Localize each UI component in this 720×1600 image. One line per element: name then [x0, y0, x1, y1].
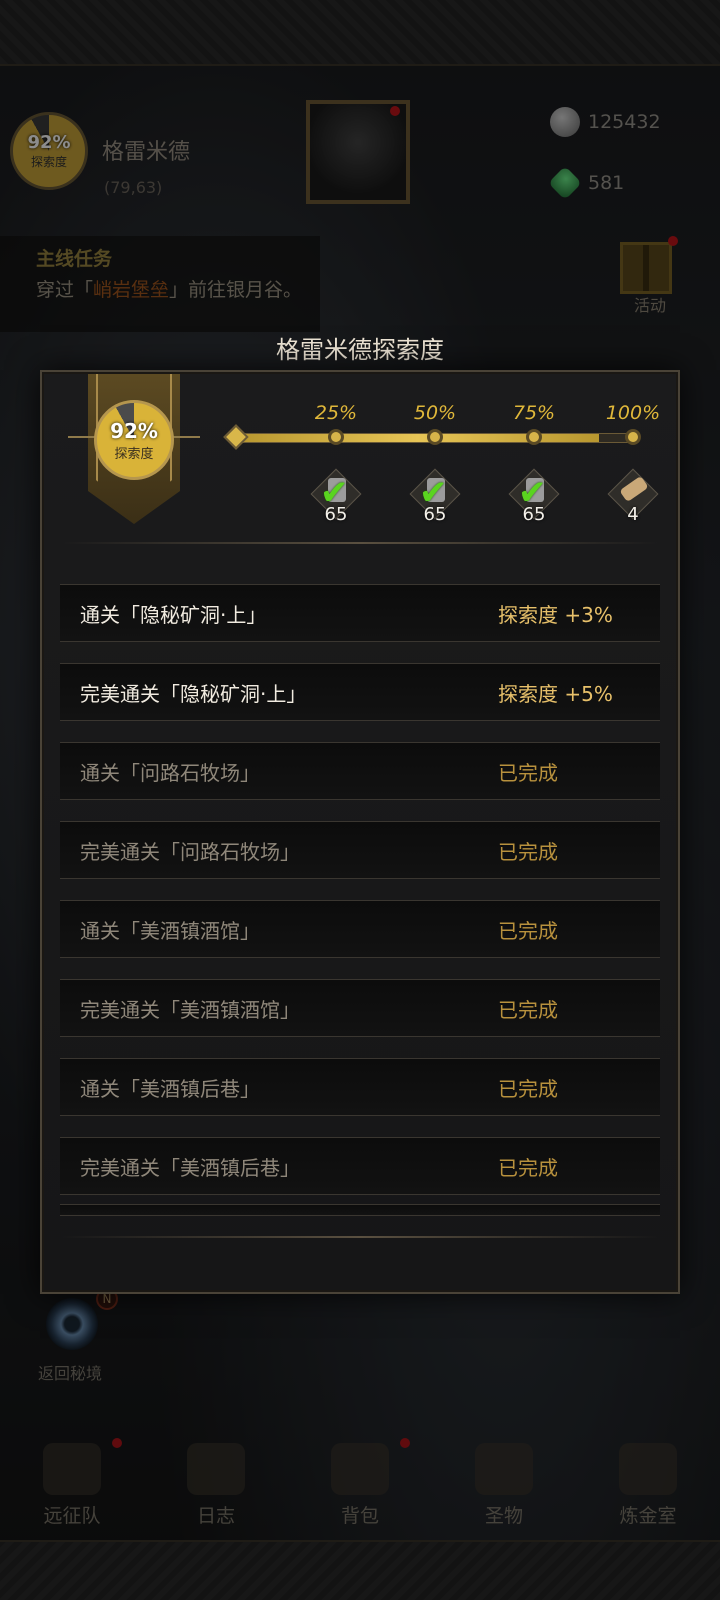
task-row[interactable]: 通关「隐秘矿洞·上」 探索度 +3% — [60, 584, 660, 642]
task-row-partial — [60, 1204, 660, 1216]
task-status: 已完成 — [498, 760, 558, 785]
milestone-reward[interactable]: ✔ 65 — [409, 468, 461, 525]
task-name: 完美通关「美酒镇后巷」 — [80, 1155, 300, 1180]
reward-count: 65 — [522, 504, 546, 525]
task-name: 通关「隐秘矿洞·上」 — [80, 602, 267, 627]
task-status: 已完成 — [498, 1076, 558, 1101]
task-row[interactable]: 通关「问路石牧场」 已完成 — [60, 742, 660, 800]
milestone-reward[interactable]: ✔ 65 — [310, 468, 362, 525]
task-status: 探索度 +5% — [498, 681, 613, 706]
bottom-divider — [62, 1236, 658, 1238]
milestone-dot — [526, 429, 542, 445]
task-status: 探索度 +3% — [498, 602, 613, 627]
milestone-percent: 100% — [605, 402, 661, 424]
task-status: 已完成 — [498, 1155, 558, 1180]
modal-exploration-badge: 92% 探索度 — [94, 400, 174, 480]
task-status: 已完成 — [498, 839, 558, 864]
exploration-progress-fill — [237, 434, 600, 442]
reward-count: 65 — [324, 504, 348, 525]
modal-exploration-label: 探索度 — [114, 446, 154, 462]
milestone-dot — [625, 429, 641, 445]
modal-title: 格雷米德探索度 — [276, 336, 444, 364]
task-name: 完美通关「美酒镇酒馆」 — [80, 997, 300, 1022]
milestone-percent: 50% — [413, 402, 457, 424]
milestone-percent: 25% — [314, 402, 358, 424]
modal-exploration-percent: 92% — [110, 418, 158, 443]
task-name: 通关「美酒镇酒馆」 — [80, 918, 260, 943]
task-status: 已完成 — [498, 918, 558, 943]
milestone-reward[interactable]: ✔ 65 — [508, 468, 560, 525]
task-row[interactable]: 完美通关「美酒镇后巷」 已完成 — [60, 1137, 660, 1195]
task-row[interactable]: 完美通关「问路石牧场」 已完成 — [60, 821, 660, 879]
milestone-percent: 75% — [512, 402, 556, 424]
task-name: 通关「问路石牧场」 — [80, 760, 260, 785]
milestone-dot — [427, 429, 443, 445]
milestone-reward[interactable]: 4 — [607, 468, 659, 525]
section-divider — [62, 542, 658, 544]
task-row[interactable]: 完美通关「隐秘矿洞·上」 探索度 +5% — [60, 663, 660, 721]
task-name: 完美通关「问路石牧场」 — [80, 839, 300, 864]
reward-count: 4 — [627, 504, 639, 525]
task-name: 完美通关「隐秘矿洞·上」 — [80, 681, 307, 706]
milestone-dot — [328, 429, 344, 445]
task-row[interactable]: 完美通关「美酒镇酒馆」 已完成 — [60, 979, 660, 1037]
task-status: 已完成 — [498, 997, 558, 1022]
task-name: 通关「美酒镇后巷」 — [80, 1076, 260, 1101]
reward-count: 65 — [423, 504, 447, 525]
task-row[interactable]: 通关「美酒镇后巷」 已完成 — [60, 1058, 660, 1116]
task-row[interactable]: 通关「美酒镇酒馆」 已完成 — [60, 900, 660, 958]
